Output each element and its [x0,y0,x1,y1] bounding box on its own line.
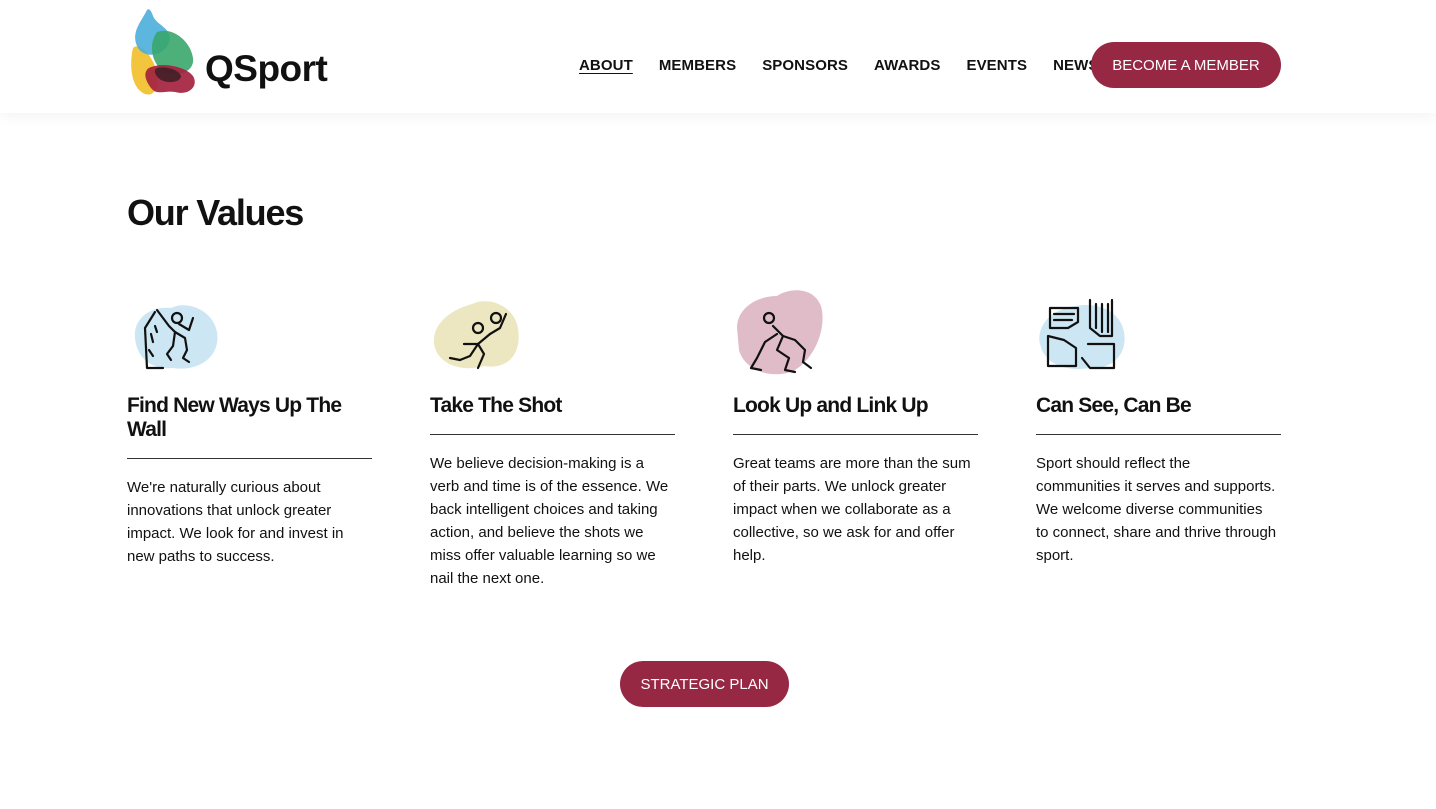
nav-item-events[interactable]: EVENTS [966,57,1027,74]
value-title: Can See, Can Be [1036,394,1281,435]
value-card: Look Up and Link Up Great teams are more… [733,288,978,567]
site-header: QSport ABOUT MEMBERS SPONSORS AWARDS EVE… [0,0,1436,113]
value-title: Look Up and Link Up [733,394,978,435]
value-card: Take The Shot We believe decision-making… [430,288,675,590]
nav-item-members[interactable]: MEMBERS [659,57,736,74]
climber-icon [127,288,227,378]
become-a-member-button[interactable]: BECOME A MEMBER [1091,42,1281,88]
volleyball-player-icon [430,288,530,378]
main-nav: ABOUT MEMBERS SPONSORS AWARDS EVENTS NEW… [579,42,1125,88]
brand-name: QSport [205,48,328,89]
value-description: Great teams are more than the sum of the… [733,455,971,564]
value-title: Take The Shot [430,394,675,435]
value-title: Find New Ways Up The Wall [127,394,372,459]
nav-item-sponsors[interactable]: SPONSORS [762,57,848,74]
nav-item-about[interactable]: ABOUT [579,57,633,74]
qsport-logo[interactable]: QSport [127,6,337,98]
value-description: We believe decision-making is a verb and… [430,455,669,587]
linked-hands-icon [1036,288,1136,378]
page-title: Our Values [127,192,304,233]
strategic-plan-button[interactable]: STRATEGIC PLAN [620,661,789,707]
value-card: Find New Ways Up The Wall We're naturall… [127,288,372,568]
qsport-logo-mark-icon [131,9,195,95]
value-card: Can See, Can Be Sport should reflect the… [1036,288,1281,567]
value-description: We're naturally curious about innovation… [127,479,344,565]
hockey-player-icon [733,288,833,378]
value-description: Sport should reflect the communities it … [1036,455,1277,564]
nav-item-awards[interactable]: AWARDS [874,57,940,74]
